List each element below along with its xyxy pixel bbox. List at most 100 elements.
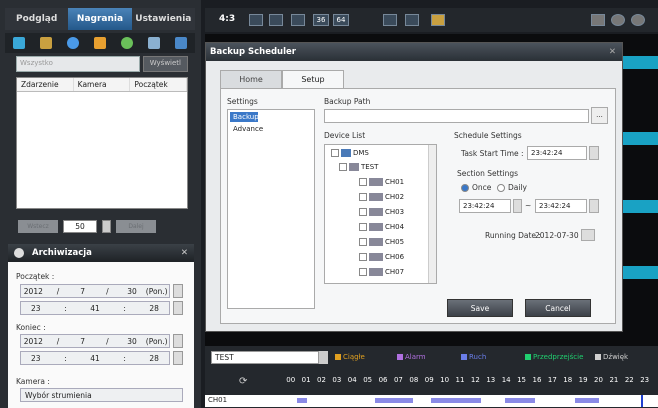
recording-segment[interactable] [297, 398, 307, 403]
audio-icon[interactable] [431, 14, 445, 26]
recording-segment[interactable] [375, 398, 413, 403]
section-to-spinner[interactable] [589, 199, 599, 213]
section-to-input[interactable]: 23:42:24 [535, 199, 587, 213]
close-icon[interactable]: ✕ [181, 244, 188, 262]
end-minute: 41 [90, 353, 100, 363]
tab-setup[interactable]: Setup [282, 70, 344, 88]
globe-icon[interactable] [66, 37, 79, 49]
page-size-spinner[interactable] [102, 220, 111, 233]
grid-64-button[interactable]: 64 [333, 14, 349, 26]
keyboard-icon[interactable] [591, 14, 605, 26]
tab-ustawienia[interactable]: Ustawienia [131, 8, 195, 30]
tree-group[interactable]: TEST [339, 163, 378, 171]
legend-audio[interactable]: Dźwięk [595, 353, 628, 361]
flash-icon[interactable] [93, 37, 106, 49]
col-poczatek[interactable]: Początek [130, 78, 188, 91]
cancel-button[interactable]: Cancel [525, 299, 591, 317]
running-date-value[interactable]: 2012-07-30 [535, 231, 579, 240]
tab-nagrania[interactable]: Nagrania [68, 8, 132, 30]
start-time-field[interactable]: 23 : 41 : 28 [20, 301, 170, 315]
tree-channel[interactable]: CH02 [359, 193, 404, 201]
tree-scrollbar[interactable] [428, 145, 436, 283]
settings-item-backup[interactable]: Backup [230, 112, 259, 122]
window-icon[interactable] [175, 37, 188, 49]
start-day: 30 [127, 286, 137, 296]
tree-channel[interactable]: CH07 [359, 268, 404, 276]
hour-label: 22 [624, 376, 634, 384]
video-tile[interactable] [623, 132, 658, 145]
hour-label: 13 [486, 376, 496, 384]
sequence-icon[interactable] [405, 14, 419, 26]
hour-label: 14 [501, 376, 511, 384]
col-kamera[interactable]: Kamera [74, 78, 131, 91]
refresh-icon[interactable]: ⟳ [239, 376, 247, 387]
timeline-row[interactable]: CH01 [205, 395, 658, 407]
tree-channel[interactable]: CH03 [359, 208, 404, 216]
task-start-spinner[interactable] [589, 146, 599, 160]
end-month: 7 [80, 336, 86, 346]
fullscreen-icon[interactable] [383, 14, 397, 26]
legend-pre-event[interactable]: Przedprzejście [525, 353, 583, 361]
end-date-field[interactable]: 2012 / 7 / 30 (Pon.) [20, 334, 170, 348]
start-date-field[interactable]: 2012 / 7 / 30 (Pon.) [20, 284, 170, 298]
page-size-input[interactable]: 50 [63, 220, 97, 233]
show-button[interactable]: Wyświetl [142, 56, 188, 72]
section-from-input[interactable]: 23:42:24 [459, 199, 511, 213]
filter-dropdown[interactable]: Wszystko [16, 56, 140, 72]
aspect-ratio-button[interactable]: 4:3 [219, 14, 235, 24]
task-start-input[interactable]: 23:42:24 [527, 146, 587, 160]
end-time-spinner[interactable] [173, 351, 183, 365]
tree-channel[interactable]: CH01 [359, 178, 404, 186]
chevron-down-icon[interactable] [319, 351, 328, 364]
grid-36-button[interactable]: 36 [313, 14, 329, 26]
start-date-dropdown[interactable] [173, 284, 183, 298]
recording-segment[interactable] [431, 398, 481, 403]
search-icon[interactable] [631, 14, 645, 26]
legend-label: Ruch [469, 353, 487, 361]
calendar-icon[interactable] [39, 37, 52, 49]
recording-segment[interactable] [505, 398, 535, 403]
end-time-field[interactable]: 23 : 41 : 28 [20, 351, 170, 365]
tab-home[interactable]: Home [220, 70, 282, 88]
once-radio[interactable]: Once [461, 183, 491, 192]
settings-item-advance[interactable]: Advance [230, 124, 312, 134]
legend-alarm[interactable]: Alarm [397, 353, 426, 361]
video-tile[interactable] [623, 266, 658, 279]
col-zdarzenie[interactable]: Zdarzenie [17, 78, 74, 91]
printer-icon[interactable] [148, 37, 161, 49]
refresh-icon[interactable] [121, 37, 134, 49]
next-button[interactable]: Dalej [116, 220, 156, 233]
browse-button[interactable]: ... [591, 107, 608, 124]
grid-9-icon[interactable] [269, 14, 283, 26]
tree-channel[interactable]: CH04 [359, 223, 404, 231]
camera-value: Wybór strumienia [25, 390, 92, 400]
recording-segment[interactable] [575, 398, 599, 403]
section-from-spinner[interactable] [513, 199, 522, 213]
end-date-dropdown[interactable] [173, 334, 183, 348]
hour-label: 19 [578, 376, 588, 384]
time-cursor[interactable] [641, 395, 643, 407]
gear-icon[interactable] [611, 14, 625, 26]
channel-label: CH07 [385, 268, 405, 276]
legend-motion[interactable]: Ruch [461, 353, 486, 361]
prev-button[interactable]: Wstecz [18, 220, 58, 233]
video-tile[interactable] [623, 56, 658, 69]
start-time-spinner[interactable] [173, 301, 183, 315]
start-weekday: (Pon.) [145, 286, 168, 296]
save-button[interactable]: Save [447, 299, 513, 317]
calendar-icon[interactable] [581, 229, 595, 241]
close-icon[interactable]: ✕ [609, 43, 616, 61]
monitor-icon[interactable] [12, 37, 25, 49]
daily-radio[interactable]: Daily [497, 183, 527, 192]
tree-root[interactable]: DMS [331, 149, 369, 157]
camera-select[interactable]: Wybór strumienia [20, 388, 183, 402]
grid-4-icon[interactable] [249, 14, 263, 26]
video-tile[interactable] [623, 200, 658, 213]
grid-16-icon[interactable] [291, 14, 305, 26]
tab-podglad[interactable]: Podgląd [5, 8, 69, 30]
group-dropdown[interactable]: TEST [211, 351, 319, 364]
backup-path-input[interactable] [324, 109, 589, 123]
tree-channel[interactable]: CH05 [359, 238, 404, 246]
legend-continuous[interactable]: Ciągłe [335, 353, 365, 361]
tree-channel[interactable]: CH06 [359, 253, 404, 261]
